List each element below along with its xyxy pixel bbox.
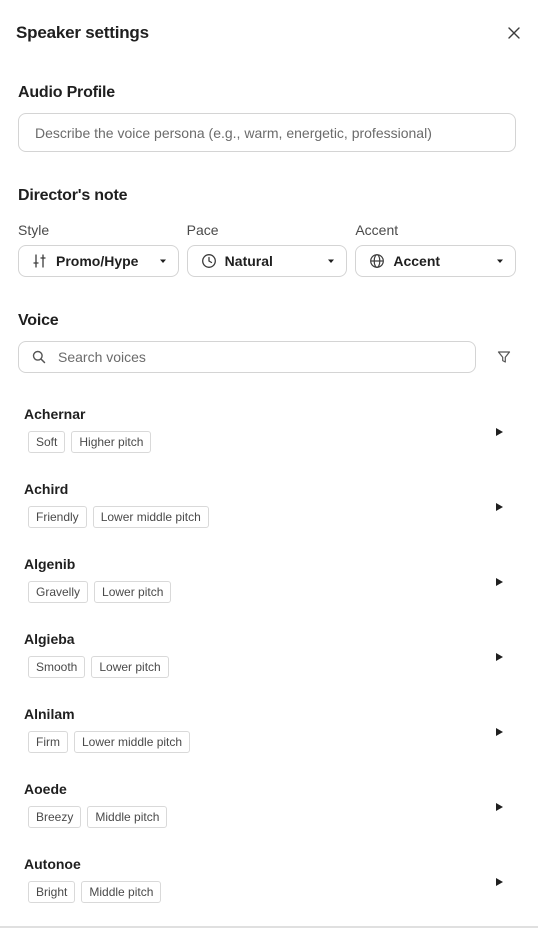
play-button[interactable] (492, 500, 506, 514)
voice-search-row (18, 341, 520, 373)
panel-header: Speaker settings (16, 18, 526, 48)
voice-name: Algenib (24, 556, 76, 572)
filter-button[interactable] (494, 347, 514, 367)
voice-tag: Soft (28, 431, 66, 453)
voice-tag: Gravelly (28, 581, 89, 603)
voice-name: Alnilam (24, 706, 75, 722)
voice-tag: Lower pitch (91, 656, 169, 678)
voice-name: Achird (24, 481, 69, 497)
style-value: Promo/Hype (56, 253, 139, 269)
play-button[interactable] (492, 725, 506, 739)
voice-name: Achernar (24, 406, 86, 422)
play-button[interactable] (492, 575, 506, 589)
search-icon (31, 349, 46, 365)
voice-list: Achernar Soft Higher pitch Achird Friendly Lo… (0, 395, 538, 920)
style-select[interactable]: Promo/Hype (18, 245, 179, 277)
voice-tags: Breezy Middle pitch (28, 806, 514, 828)
play-icon (496, 878, 503, 886)
accent-value: Accent (393, 253, 441, 269)
voice-list-item[interactable]: Achird Friendly Lower middle pitch (0, 470, 538, 545)
voice-tag: Higher pitch (71, 431, 152, 453)
play-icon (496, 728, 503, 736)
voice-tag: Smooth (28, 656, 86, 678)
pace-label: Pace (186, 222, 219, 238)
play-icon (496, 578, 503, 586)
voice-tags: Gravelly Lower pitch (28, 581, 514, 603)
pace-value: Natural (224, 253, 273, 269)
sliders-icon (32, 253, 48, 269)
voice-tag: Middle pitch (87, 806, 168, 828)
play-icon (496, 503, 503, 511)
voice-list-item[interactable]: Achernar Soft Higher pitch (0, 395, 538, 470)
voice-list-item[interactable]: Aoede Breezy Middle pitch (0, 770, 538, 845)
chevron-down-icon (326, 256, 336, 266)
play-button[interactable] (492, 650, 506, 664)
directors-note-title: Director's note (18, 187, 128, 204)
chevron-down-icon (158, 256, 168, 266)
voice-list-item[interactable]: Algenib Gravelly Lower pitch (0, 545, 538, 620)
audio-profile-field[interactable] (18, 113, 516, 152)
voice-name: Autonoe (24, 856, 81, 872)
voice-title: Voice (18, 312, 59, 329)
accent-select[interactable]: Accent (355, 245, 517, 277)
globe-icon (369, 253, 385, 269)
voice-search-box[interactable] (18, 341, 476, 373)
close-button[interactable] (502, 21, 526, 45)
voice-tags: Friendly Lower middle pitch (28, 506, 514, 528)
chevron-down-icon (495, 256, 505, 266)
panel-title: Speaker settings (16, 23, 149, 42)
audio-profile-input[interactable] (35, 124, 499, 141)
filter-icon (497, 351, 511, 363)
voice-name: Aoede (24, 781, 67, 797)
voice-tag: Breezy (28, 806, 82, 828)
play-button[interactable] (492, 800, 506, 814)
pace-select[interactable]: Natural (186, 245, 348, 277)
speaker-settings-panel: Speaker settings Audio Profile Director'… (0, 0, 538, 928)
voice-tag: Lower middle pitch (74, 731, 191, 753)
voice-tag: Lower pitch (94, 581, 172, 603)
close-icon (508, 27, 520, 39)
style-select-group: Style Promo/Hype (18, 222, 179, 277)
voice-tags: Smooth Lower pitch (28, 656, 514, 678)
voice-list-item[interactable]: Algieba Smooth Lower pitch (0, 620, 538, 695)
voice-tag: Bright (28, 881, 76, 903)
style-label: Style (18, 222, 50, 238)
play-icon (496, 653, 503, 661)
accent-select-group: Accent Accent (355, 222, 517, 277)
voice-tag: Lower middle pitch (92, 506, 209, 528)
voice-tag: Middle pitch (81, 881, 162, 903)
voice-tags: Firm Lower middle pitch (28, 731, 514, 753)
voice-tag: Firm (28, 731, 68, 753)
voice-tags: Bright Middle pitch (28, 881, 514, 903)
voice-name: Algieba (24, 631, 75, 647)
clock-icon (201, 253, 217, 269)
voice-tags: Soft Higher pitch (28, 431, 514, 453)
directors-note-selects: Style Promo/Hype Pace Natural Accent Acc… (18, 222, 517, 277)
play-button[interactable] (492, 425, 506, 439)
voice-list-item[interactable]: Autonoe Bright Middle pitch (0, 845, 538, 920)
accent-label: Accent (355, 222, 399, 238)
pace-select-group: Pace Natural (186, 222, 348, 277)
audio-profile-title: Audio Profile (18, 84, 115, 101)
voice-list-item[interactable]: Alnilam Firm Lower middle pitch (0, 695, 538, 770)
play-button[interactable] (492, 875, 506, 889)
play-icon (496, 803, 503, 811)
voice-tag: Friendly (28, 506, 87, 528)
play-icon (496, 428, 503, 436)
voice-search-input[interactable] (58, 349, 463, 365)
